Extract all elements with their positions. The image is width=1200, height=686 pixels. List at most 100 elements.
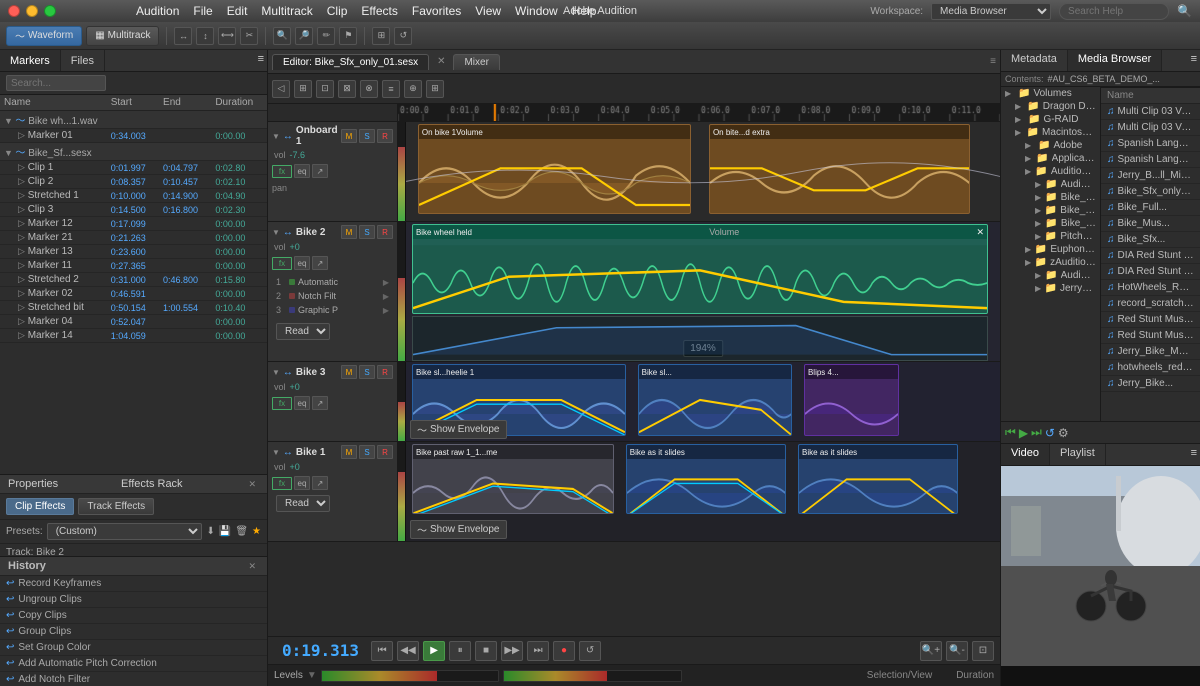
go-to-end-btn[interactable]: ⏭ (527, 641, 549, 661)
video-panel-collapse[interactable]: ≡ (1188, 444, 1200, 465)
loop-button[interactable]: ↺ (394, 27, 412, 45)
play-btn[interactable]: ▶ (423, 641, 445, 661)
menu-file[interactable]: File (193, 4, 212, 18)
file-item-12[interactable]: ♫ record_scratching_1.wav... (1101, 296, 1200, 312)
waveform-mode-button[interactable]: 〜 Waveform (6, 26, 82, 46)
tree-item-10[interactable]: ▶ 📁 Bike_Sfx... (1001, 217, 1100, 230)
tree-item-11[interactable]: ▶ 📁 Pitch_Cor... (1001, 230, 1100, 243)
fx-btn-onboard1[interactable]: fx (272, 165, 292, 178)
mute-btn-onboard1[interactable]: M (341, 129, 357, 143)
select-all-btn[interactable]: ⊞ (294, 80, 312, 98)
history-item-5[interactable]: ↩Add Automatic Pitch Correction (0, 656, 267, 672)
loop-btn-transport[interactable]: ↺ (579, 641, 601, 661)
file-item-6[interactable]: ♫ Bike_Full... (1101, 200, 1200, 216)
file-item-3[interactable]: ♫ Spanish Language ADR_... (1101, 152, 1200, 168)
close-button[interactable] (8, 5, 20, 17)
tree-item-2[interactable]: ▶ 📁 G-RAID (1001, 113, 1100, 126)
marker-button[interactable]: ⚑ (339, 27, 357, 45)
eq-btn-bike2[interactable]: eq (294, 256, 310, 270)
markers-group-0[interactable]: ▼ 〜 Bike wh...1.wav (0, 111, 267, 129)
tree-item-9[interactable]: ▶ 📁 Bike_Mus... (1001, 204, 1100, 217)
file-item-1[interactable]: ♫ Multi Clip 03 Vocal for T... (1101, 120, 1200, 136)
tree-item-8[interactable]: ▶ 📁 Bike_Full... (1001, 191, 1100, 204)
media-browser-next-btn[interactable]: ⏭ (1031, 425, 1042, 440)
presets-select[interactable]: (Custom) (47, 523, 203, 540)
file-item-5[interactable]: ♫ Bike_Sfx_only_mixdown_... (1101, 184, 1200, 200)
track-expand-bike1[interactable]: ▼ (272, 448, 280, 457)
zoom-out-button[interactable]: 🔎 (295, 27, 313, 45)
fast-forward-btn[interactable]: ▶▶ (501, 641, 523, 661)
solo-btn-bike1[interactable]: S (359, 445, 375, 459)
tab-metadata[interactable]: Metadata (1001, 50, 1068, 71)
file-item-8[interactable]: ♫ Bike_Sfx... (1101, 232, 1200, 248)
rewind-btn[interactable]: ◀◀ (397, 641, 419, 661)
ripple-btn[interactable]: ⊡ (316, 80, 334, 98)
clip-bike1-2[interactable]: Bike as it slides (626, 444, 786, 514)
import-preset-btn[interactable]: ⬇ (206, 526, 214, 537)
track-effects-btn[interactable]: Track Effects (78, 498, 154, 515)
track-content-bike2[interactable]: Bike wheel held Volume ✕ 1 (406, 222, 1000, 361)
right-panel-collapse[interactable]: ≡ (1188, 50, 1200, 71)
minimize-button[interactable] (26, 5, 38, 17)
tree-item-1[interactable]: ▶ 📁 Dragon Drop (1001, 100, 1100, 113)
crossfade-btn[interactable]: ⊕ (404, 80, 422, 98)
col-duration[interactable]: Duration (211, 95, 267, 111)
pencil-tool-button[interactable]: ✏ (317, 27, 335, 45)
send-btn-onboard1[interactable]: ↗ (312, 164, 328, 178)
tab-markers[interactable]: Markers (0, 50, 61, 71)
snap-button[interactable]: ⊞ (372, 27, 390, 45)
multitrack-mode-button[interactable]: ▦ Multitrack (86, 26, 159, 46)
eq-btn-bike1[interactable]: eq (294, 476, 310, 490)
markers-search-input[interactable] (6, 75, 106, 91)
favorite-preset-btn[interactable]: ★ (252, 526, 261, 537)
file-item-15[interactable]: ♫ Jerry_Bike_Music_Edit_BETA... (1101, 344, 1200, 360)
zoom-in-button[interactable]: 🔍 (273, 27, 291, 45)
file-item-9[interactable]: ♫ DIA Red Stunt D 1-3-10... (1101, 248, 1200, 264)
record-btn-onboard1[interactable]: R (377, 129, 393, 143)
tree-item-15[interactable]: ▶ 📁 Jerry_Bike... (1001, 282, 1100, 295)
solo-btn-bike3[interactable]: S (359, 365, 375, 379)
save-preset-btn[interactable]: 💾 (219, 526, 231, 537)
history-item-2[interactable]: ↩Copy Clips (0, 608, 267, 624)
media-browser-loop-btn[interactable]: ↺ (1045, 426, 1055, 440)
properties-collapse-btn[interactable]: ✕ (245, 479, 259, 490)
stop-btn[interactable]: ■ (475, 641, 497, 661)
tree-item-5[interactable]: ▶ 📁 Applications (1001, 152, 1100, 165)
solo-btn-onboard1[interactable]: S (359, 129, 375, 143)
menu-view[interactable]: View (475, 4, 501, 18)
file-item-2[interactable]: ♫ Spanish Language ADR_... (1101, 136, 1200, 152)
track-expand-bike3[interactable]: ▼ (272, 368, 280, 377)
menu-edit[interactable]: Edit (227, 4, 248, 18)
tree-item-0[interactable]: ▶ 📁 Volumes (1001, 87, 1100, 100)
col-end[interactable]: End (159, 95, 211, 111)
clip-bike3-3[interactable]: Blips 4... (804, 364, 899, 436)
tab-video[interactable]: Video (1001, 444, 1050, 465)
mute-btn-bike1[interactable]: M (341, 445, 357, 459)
solo-btn-bike2[interactable]: S (359, 225, 375, 239)
editor-tab-main[interactable]: Editor: Bike_Sfx_only_01.sesx (272, 54, 429, 70)
read-dropdown-bike1[interactable]: Read (276, 495, 330, 512)
move-tool-button[interactable]: ↔ (174, 27, 192, 45)
track-expand-bike2[interactable]: ▼ (272, 228, 280, 237)
razor-tool-button[interactable]: ✂ (240, 27, 258, 45)
markers-group-2[interactable]: ▼ 〜 Bike_Sf...sesx (0, 143, 267, 161)
tree-item-7[interactable]: ▶ 📁 Audio file... (1001, 178, 1100, 191)
tree-item-4[interactable]: ▶ 📁 Adobe (1001, 139, 1100, 152)
file-item-7[interactable]: ♫ Bike_Mus... (1101, 216, 1200, 232)
send-btn-bike2[interactable]: ↗ (312, 256, 328, 270)
clip-bike3-2[interactable]: Bike sl... (638, 364, 792, 436)
zoom-in-transport[interactable]: 🔍+ (920, 641, 942, 661)
track-content-bike1[interactable]: Bike past raw 1_1...me Bike as it slides (406, 442, 1000, 541)
track-content-onboard1[interactable]: On bike 1Volume On bite...d extra (406, 122, 1000, 221)
tab-media-browser[interactable]: Media Browser (1068, 50, 1162, 71)
file-item-16[interactable]: ♫ hotwheels_redd from er... (1101, 360, 1200, 376)
workspace-select[interactable]: Media Browser (931, 3, 1051, 20)
nudge-left-btn[interactable]: ◁ (272, 80, 290, 98)
clip-bike1-1[interactable]: Bike past raw 1_1...me (412, 444, 614, 514)
menu-multitrack[interactable]: Multitrack (261, 4, 312, 18)
col-name[interactable]: Name (0, 95, 107, 111)
fx-btn-bike3[interactable]: fx (272, 397, 292, 410)
col-start[interactable]: Start (107, 95, 159, 111)
mute-btn-bike2[interactable]: M (341, 225, 357, 239)
snap-grid-btn[interactable]: ⊠ (338, 80, 356, 98)
